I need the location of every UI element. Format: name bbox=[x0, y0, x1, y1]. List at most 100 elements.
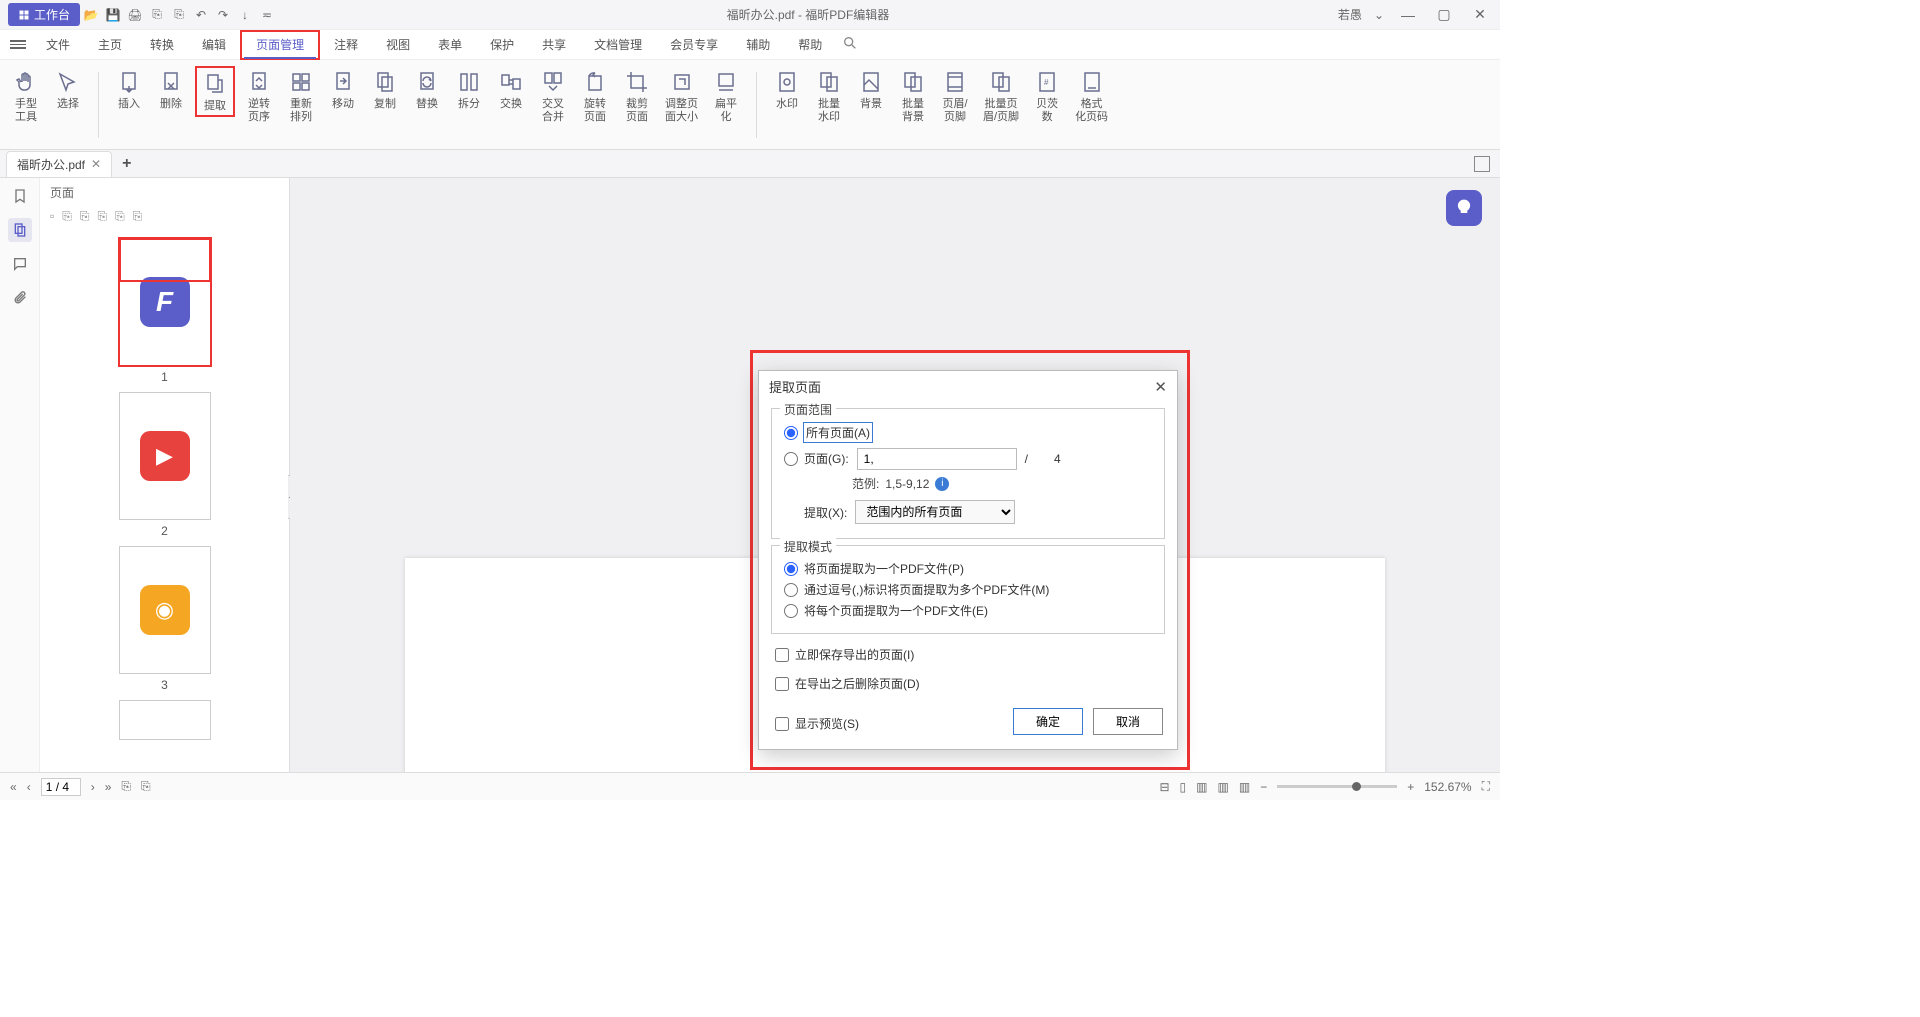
thumb-tool-1[interactable]: ▫ bbox=[50, 209, 54, 224]
add-tab-button[interactable]: + bbox=[122, 155, 131, 173]
maximize-button[interactable]: ▢ bbox=[1432, 6, 1456, 23]
thumb-tool-6[interactable]: ⎘ bbox=[133, 209, 143, 224]
menu-annotate[interactable]: 注释 bbox=[320, 30, 372, 60]
first-page-icon[interactable]: « bbox=[10, 780, 17, 794]
menu-vip[interactable]: 会员专享 bbox=[656, 30, 732, 60]
tool-bates[interactable]: #贝茨 数 bbox=[1029, 66, 1065, 126]
view-facing-icon[interactable]: ▥ bbox=[1218, 780, 1229, 794]
check-delete-after-input[interactable] bbox=[775, 677, 789, 691]
document-tab[interactable]: 福昕办公.pdf ✕ bbox=[6, 151, 112, 177]
radio-all-pages-input[interactable] bbox=[784, 426, 798, 440]
tool-rotate[interactable]: 旋转 页面 bbox=[577, 66, 613, 126]
radio-pages[interactable]: 页面(G): bbox=[784, 450, 849, 467]
radio-mode-each-input[interactable] bbox=[784, 604, 798, 618]
menu-protect[interactable]: 保护 bbox=[476, 30, 528, 60]
tool-replace[interactable]: 替换 bbox=[409, 66, 445, 113]
search-icon[interactable] bbox=[842, 35, 858, 54]
open-icon[interactable]: 📂 bbox=[80, 8, 102, 22]
menu-home[interactable]: 主页 bbox=[84, 30, 136, 60]
radio-mode-single-input[interactable] bbox=[784, 562, 798, 576]
page-icon[interactable]: ⎘ bbox=[168, 7, 190, 22]
save-icon[interactable]: 💾 bbox=[102, 8, 124, 22]
menu-assist[interactable]: 辅助 bbox=[732, 30, 784, 60]
menu-view[interactable]: 视图 bbox=[372, 30, 424, 60]
workbench-button[interactable]: 工作台 bbox=[8, 3, 80, 26]
export-icon[interactable]: ⎘ bbox=[146, 7, 168, 22]
minimize-button[interactable]: — bbox=[1396, 7, 1420, 23]
menu-docmgr[interactable]: 文档管理 bbox=[580, 30, 656, 60]
dialog-close-icon[interactable]: ✕ bbox=[1154, 378, 1167, 396]
check-save-now[interactable]: 立即保存导出的页面(I) bbox=[775, 646, 1161, 663]
radio-mode-comma-input[interactable] bbox=[784, 583, 798, 597]
tool-copy[interactable]: 复制 bbox=[367, 66, 403, 113]
tool-delete[interactable]: 删除 bbox=[153, 66, 189, 113]
tool-flatten[interactable]: 扁平 化 bbox=[708, 66, 744, 126]
fullscreen-icon[interactable]: ⛶ bbox=[1482, 779, 1490, 794]
tool-move[interactable]: 移动 bbox=[325, 66, 361, 113]
thumb-tool-4[interactable]: ⎘ bbox=[97, 209, 107, 224]
next-page-icon[interactable]: › bbox=[91, 780, 95, 794]
tool-reverse[interactable]: 逆转 页序 bbox=[241, 66, 277, 126]
menu-file[interactable]: 文件 bbox=[32, 30, 84, 60]
tool-batch-header-footer[interactable]: 批量页 眉/页脚 bbox=[979, 66, 1023, 126]
rail-comments-icon[interactable] bbox=[8, 252, 32, 276]
check-preview-input[interactable] bbox=[775, 717, 789, 731]
check-save-now-input[interactable] bbox=[775, 648, 789, 662]
check-preview[interactable]: 显示预览(S) bbox=[775, 715, 983, 732]
status-copy2-icon[interactable]: ⎘ bbox=[141, 779, 151, 794]
last-page-icon[interactable]: » bbox=[105, 780, 112, 794]
extract-scope-select[interactable]: 范围内的所有页面 bbox=[855, 500, 1015, 524]
thumb-tool-5[interactable]: ⎘ bbox=[115, 209, 125, 224]
prev-page-icon[interactable]: ‹ bbox=[27, 780, 31, 794]
tool-extract[interactable]: 提取 bbox=[195, 66, 235, 117]
zoom-out-icon[interactable]: − bbox=[1260, 780, 1267, 794]
rail-pages-icon[interactable] bbox=[8, 218, 32, 242]
menu-share[interactable]: 共享 bbox=[528, 30, 580, 60]
hint-bulb-icon[interactable] bbox=[1446, 190, 1482, 226]
fit-width-icon[interactable]: ⊟ bbox=[1159, 780, 1169, 794]
tool-header-footer[interactable]: 页眉/ 页脚 bbox=[937, 66, 973, 126]
tool-split[interactable]: 拆分 bbox=[451, 66, 487, 113]
radio-mode-comma[interactable]: 通过逗号(,)标识将页面提取为多个PDF文件(M) bbox=[784, 581, 1152, 598]
tool-watermark[interactable]: 水印 bbox=[769, 66, 805, 113]
check-delete-after[interactable]: 在导出之后删除页面(D) bbox=[775, 675, 1161, 692]
arrow-icon[interactable]: ↓ bbox=[234, 8, 256, 22]
tool-background[interactable]: 背景 bbox=[853, 66, 889, 113]
tool-batch-background[interactable]: 批量 背景 bbox=[895, 66, 931, 126]
more-icon[interactable]: ≂ bbox=[256, 8, 278, 22]
undo-icon[interactable]: ↶ bbox=[190, 8, 212, 22]
view-single-icon[interactable]: ▯ bbox=[1180, 780, 1187, 794]
document-canvas[interactable]: 提取页面 ✕ 页面范围 所有页面(A) 页面(G): / 4 bbox=[290, 178, 1500, 772]
radio-all-pages[interactable]: 所有页面(A) bbox=[784, 423, 1152, 442]
radio-mode-each[interactable]: 将每个页面提取为一个PDF文件(E) bbox=[784, 602, 1152, 619]
tool-swap[interactable]: 交换 bbox=[493, 66, 529, 113]
thumbnail-1[interactable]: F 1 bbox=[119, 238, 211, 384]
menu-edit[interactable]: 编辑 bbox=[188, 30, 240, 60]
radio-pages-input[interactable] bbox=[784, 452, 798, 466]
print-icon[interactable]: 🖨 bbox=[124, 8, 146, 22]
thumbnail-2[interactable]: ▶ 2 bbox=[119, 392, 211, 538]
user-dropdown-icon[interactable]: ⌄ bbox=[1374, 8, 1384, 22]
zoom-in-icon[interactable]: + bbox=[1407, 780, 1414, 794]
status-copy-icon[interactable]: ⎘ bbox=[121, 779, 131, 794]
thumb-tool-2[interactable]: ⎘ bbox=[62, 209, 72, 224]
cancel-button[interactable]: 取消 bbox=[1093, 708, 1163, 735]
tool-batch-watermark[interactable]: 批量 水印 bbox=[811, 66, 847, 126]
ok-button[interactable]: 确定 bbox=[1013, 708, 1083, 735]
tool-merge[interactable]: 交叉 合并 bbox=[535, 66, 571, 126]
thumb-tool-3[interactable]: ⎘ bbox=[80, 209, 90, 224]
tool-select[interactable]: 选择 bbox=[50, 66, 86, 113]
menu-page-management[interactable]: 页面管理 bbox=[240, 30, 320, 60]
menu-convert[interactable]: 转换 bbox=[136, 30, 188, 60]
page-input[interactable] bbox=[41, 778, 81, 796]
rail-bookmark-icon[interactable] bbox=[8, 184, 32, 208]
zoom-slider[interactable] bbox=[1277, 785, 1397, 788]
menu-form[interactable]: 表单 bbox=[424, 30, 476, 60]
tool-format-page-number[interactable]: 格式 化页码 bbox=[1071, 66, 1112, 126]
redo-icon[interactable]: ↷ bbox=[212, 8, 234, 22]
view-book-icon[interactable]: ▥ bbox=[1239, 780, 1250, 794]
menu-help[interactable]: 帮助 bbox=[784, 30, 836, 60]
thumbnail-4[interactable] bbox=[119, 700, 211, 740]
view-cont-icon[interactable]: ▥ bbox=[1196, 780, 1207, 794]
tool-resize[interactable]: 调整页 面大小 bbox=[661, 66, 702, 126]
